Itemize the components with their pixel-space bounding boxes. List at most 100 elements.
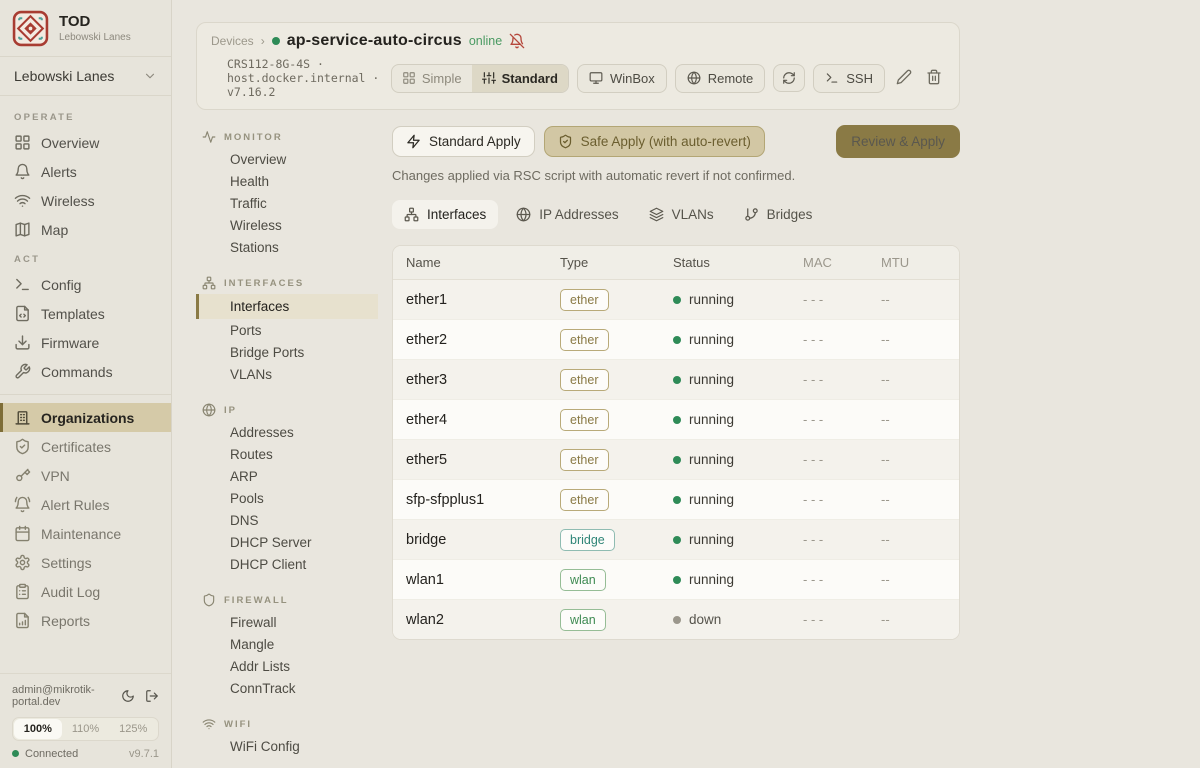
subnav-item[interactable]: DHCP Server bbox=[196, 531, 378, 553]
sidebar-item-label: VPN bbox=[41, 468, 70, 484]
sidebar-item[interactable]: Wireless bbox=[0, 186, 171, 215]
nav-divider bbox=[0, 394, 171, 395]
remote-button[interactable]: Remote bbox=[675, 64, 766, 93]
theme-moon-icon[interactable] bbox=[121, 689, 135, 703]
device-header-card: Devices › ap-service-auto-circus online … bbox=[196, 22, 960, 110]
org-selector[interactable]: Lebowski Lanes bbox=[0, 56, 171, 96]
file-code-icon bbox=[14, 305, 31, 322]
sidebar-item-label: Firmware bbox=[41, 335, 99, 351]
subnav-item[interactable]: ARP bbox=[196, 465, 378, 487]
subnav-item-label: Addr Lists bbox=[230, 659, 290, 674]
chevron-down-icon bbox=[143, 69, 157, 83]
subnav-items-wifi: WiFi Config bbox=[196, 735, 378, 757]
nav-section-admin: Organizations Certificates VPN Alert Rul… bbox=[0, 403, 171, 635]
view-mode-option[interactable]: Standard bbox=[472, 65, 568, 92]
table-row[interactable]: bridge bridge running - - - -- bbox=[393, 520, 959, 560]
sidebar-item[interactable]: Commands bbox=[0, 357, 171, 386]
edit-device-button[interactable] bbox=[893, 66, 915, 91]
interface-mtu: -- bbox=[881, 532, 959, 547]
subnav-item[interactable]: Addresses bbox=[196, 421, 378, 443]
sidebar-item[interactable]: Alerts bbox=[0, 157, 171, 186]
sidebar-item[interactable]: Audit Log bbox=[0, 577, 171, 606]
interface-mac: - - - bbox=[803, 412, 881, 427]
status-dot bbox=[673, 536, 681, 544]
review-apply-label: Review & Apply bbox=[851, 134, 945, 149]
subnav-item[interactable]: Stations bbox=[196, 236, 378, 258]
sidebar-item[interactable]: Certificates bbox=[0, 432, 171, 461]
table-row[interactable]: ether2 ether running - - - -- bbox=[393, 320, 959, 360]
subnav-item[interactable]: Traffic bbox=[196, 192, 378, 214]
tab[interactable]: IP Addresses bbox=[504, 200, 630, 229]
sidebar-item[interactable]: Map bbox=[0, 215, 171, 244]
review-apply-button[interactable]: Review & Apply bbox=[836, 125, 960, 158]
sidebar-item[interactable]: Alert Rules bbox=[0, 490, 171, 519]
activity-icon bbox=[202, 130, 216, 144]
ssh-button[interactable]: SSH bbox=[813, 64, 885, 93]
clipboard-icon bbox=[14, 583, 31, 600]
subnav-item[interactable]: Mangle bbox=[196, 633, 378, 655]
subnav-item[interactable]: Overview bbox=[196, 148, 378, 170]
subnav-item[interactable]: Health bbox=[196, 170, 378, 192]
sidebar-item-label: Wireless bbox=[41, 193, 95, 209]
table-row[interactable]: wlan2 wlan down - - - -- bbox=[393, 600, 959, 639]
table-row[interactable]: ether4 ether running - - - -- bbox=[393, 400, 959, 440]
sidebar-item-label: Maintenance bbox=[41, 526, 121, 542]
sidebar-item[interactable]: Organizations bbox=[0, 403, 171, 432]
subnav-item[interactable]: VLANs bbox=[196, 363, 378, 385]
sidebar-item[interactable]: Firmware bbox=[0, 328, 171, 357]
bell-ring-icon bbox=[14, 496, 31, 513]
sidebar-item[interactable]: Config bbox=[0, 270, 171, 299]
safe-apply-button[interactable]: Safe Apply (with auto-revert) bbox=[544, 126, 765, 157]
column-header: Status bbox=[673, 255, 803, 270]
tab[interactable]: Interfaces bbox=[392, 200, 498, 229]
table-row[interactable]: ether5 ether running - - - -- bbox=[393, 440, 959, 480]
subnav-item[interactable]: ConnTrack bbox=[196, 677, 378, 699]
subnav-item[interactable]: DNS bbox=[196, 509, 378, 531]
subnav-item[interactable]: DHCP Client bbox=[196, 553, 378, 575]
subnav-section-interfaces: INTERFACES bbox=[196, 271, 378, 294]
subnav-item[interactable]: Interfaces bbox=[196, 294, 378, 319]
standard-apply-button[interactable]: Standard Apply bbox=[392, 126, 535, 157]
interfaces-table: Name Type Status MAC MTU ether1 ether ru… bbox=[392, 245, 960, 640]
tab[interactable]: VLANs bbox=[637, 200, 726, 229]
zoom-option[interactable]: 110% bbox=[62, 719, 110, 739]
apply-caption: Changes applied via RSC script with auto… bbox=[392, 168, 960, 183]
subnav-item[interactable]: Firewall bbox=[196, 611, 378, 633]
subnav-item[interactable]: WiFi Config bbox=[196, 735, 378, 757]
sidebar-item-label: Reports bbox=[41, 613, 90, 629]
sidebar-item[interactable]: Maintenance bbox=[0, 519, 171, 548]
status-label: running bbox=[689, 292, 734, 307]
logout-icon[interactable] bbox=[145, 689, 159, 703]
globe-icon bbox=[516, 207, 531, 222]
view-mode-option[interactable]: Simple bbox=[392, 65, 472, 92]
subnav-item[interactable]: Ports bbox=[196, 319, 378, 341]
zoom-option[interactable]: 100% bbox=[14, 719, 62, 739]
subnav-item[interactable]: Routes bbox=[196, 443, 378, 465]
tab[interactable]: Bridges bbox=[732, 200, 825, 229]
interface-status: running bbox=[673, 532, 803, 547]
delete-device-button[interactable] bbox=[923, 66, 945, 91]
table-row[interactable]: ether3 ether running - - - -- bbox=[393, 360, 959, 400]
sliders-icon bbox=[482, 71, 496, 85]
subnav-item-label: DNS bbox=[230, 513, 259, 528]
refresh-button[interactable] bbox=[773, 64, 805, 92]
notifications-off-icon[interactable] bbox=[509, 33, 525, 49]
sidebar-item[interactable]: Overview bbox=[0, 128, 171, 157]
winbox-button[interactable]: WinBox bbox=[577, 64, 667, 93]
subnav-item[interactable]: Pools bbox=[196, 487, 378, 509]
sidebar-item[interactable]: Reports bbox=[0, 606, 171, 635]
breadcrumb[interactable]: Devices bbox=[211, 34, 254, 48]
interface-type-badge: ether bbox=[560, 409, 609, 431]
subnav-item[interactable]: Addr Lists bbox=[196, 655, 378, 677]
subnav-item-label: Mangle bbox=[230, 637, 274, 652]
subnav-item[interactable]: Wireless bbox=[196, 214, 378, 236]
table-row[interactable]: sfp-sfpplus1 ether running - - - -- bbox=[393, 480, 959, 520]
sidebar-item[interactable]: Settings bbox=[0, 548, 171, 577]
subnav-item[interactable]: Bridge Ports bbox=[196, 341, 378, 363]
sidebar-item[interactable]: VPN bbox=[0, 461, 171, 490]
sidebar-item[interactable]: Templates bbox=[0, 299, 171, 328]
device-online-dot bbox=[272, 37, 280, 45]
zoom-option[interactable]: 125% bbox=[109, 719, 157, 739]
table-row[interactable]: ether1 ether running - - - -- bbox=[393, 280, 959, 320]
table-row[interactable]: wlan1 wlan running - - - -- bbox=[393, 560, 959, 600]
